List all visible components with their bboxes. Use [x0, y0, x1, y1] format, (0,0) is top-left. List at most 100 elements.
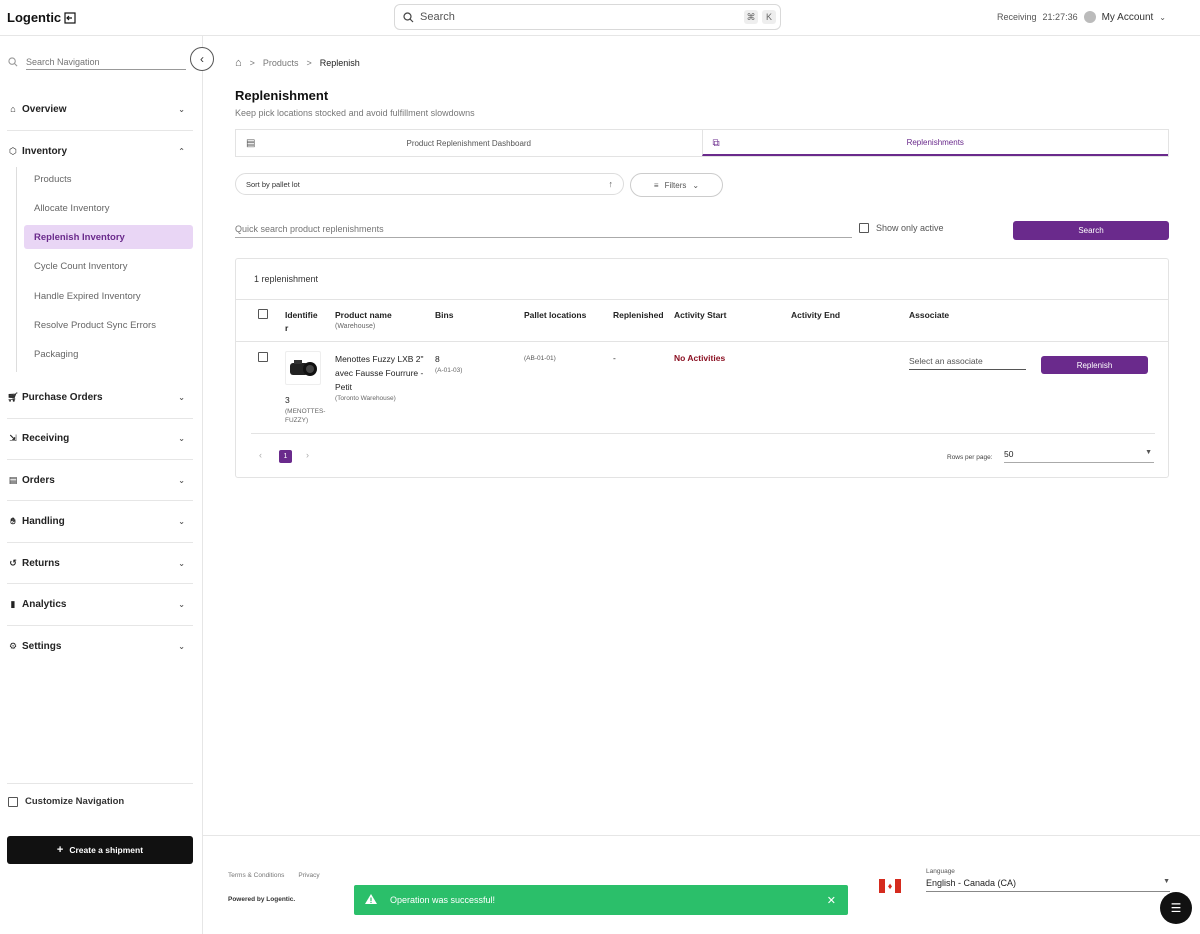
success-toast: Operation was successful! ✕ — [354, 885, 848, 915]
hand-icon: ✋︎ — [10, 515, 16, 526]
chevron-down-icon: ⌄ — [692, 180, 700, 190]
quick-search-input[interactable] — [235, 222, 852, 238]
create-shipment-button[interactable]: + Create a shipment — [7, 836, 193, 864]
page-title: Replenishment — [235, 88, 329, 103]
column-label: r — [285, 323, 289, 333]
product-warehouse: (Toronto Warehouse) — [335, 395, 396, 402]
sidebar-section-returns[interactable]: ↺ Returns ⌄ — [0, 553, 193, 573]
divider — [7, 625, 193, 626]
sidebar-section-orders[interactable]: ▤ Orders ⌄ — [0, 470, 193, 490]
sidebar-section-inventory[interactable]: ⬡ Inventory ⌃ — [0, 141, 193, 161]
logo[interactable]: Logentic — [7, 10, 76, 25]
show-only-active-label: Show only active — [876, 223, 944, 233]
search-icon — [8, 57, 18, 67]
powered-by: Powered by Logentic. — [228, 896, 296, 903]
sidebar-section-purchase-orders[interactable]: 🛒︎ Purchase Orders ⌄ — [0, 387, 193, 407]
identifier-value: 3 — [285, 395, 290, 405]
chevron-left-icon: ‹ — [200, 52, 204, 66]
page-number-current[interactable]: 1 — [279, 450, 292, 463]
chevron-left-icon[interactable]: ‹ — [259, 450, 262, 460]
column-pallet-locations[interactable]: Pallet locations — [524, 309, 586, 322]
global-search[interactable]: Search ⌘ K — [394, 4, 781, 30]
nav-search-input[interactable] — [26, 54, 186, 70]
row-product-name[interactable]: Menottes Fuzzy LXB 2" avec Fausse Fourru… — [335, 352, 424, 403]
home-icon[interactable]: ⌂ — [235, 57, 242, 69]
home-icon: ⌂ — [10, 104, 16, 114]
sidebar-item-sync-errors[interactable]: Resolve Product Sync Errors — [24, 313, 193, 337]
rows-per-page-select[interactable]: 50 ▼ — [1004, 449, 1154, 463]
collapse-sidebar-button[interactable]: ‹ — [190, 47, 214, 71]
sidebar-section-analytics[interactable]: ▮ Analytics ⌄ — [0, 594, 193, 614]
flag-center: ♦ — [885, 879, 895, 893]
tab-replenishment-dashboard[interactable]: ▤ Product Replenishment Dashboard — [236, 130, 702, 156]
column-associate[interactable]: Associate — [909, 309, 949, 322]
sidebar-item-packaging[interactable]: Packaging — [24, 342, 193, 366]
bins-location: (A-01-03) — [435, 367, 463, 374]
sidebar-section-label: Inventory — [22, 145, 68, 157]
breadcrumb-separator: > — [249, 58, 255, 68]
sort-select[interactable]: Sort by pallet lot ↑ — [235, 173, 624, 195]
language-select[interactable]: English - Canada (CA) ▼ — [926, 878, 1170, 892]
associate-select[interactable]: Select an associate — [909, 356, 1026, 370]
product-thumbnail — [285, 351, 321, 385]
row-checkbox[interactable] — [258, 352, 268, 362]
column-label: Product name — [335, 310, 392, 320]
tab-replenishments[interactable]: ⧉ Replenishments — [701, 130, 1168, 156]
filter-icon: ≡ — [653, 180, 659, 190]
sidebar-item-products[interactable]: Products — [24, 167, 193, 191]
replenish-icon: ⧉ — [712, 138, 720, 149]
column-bins[interactable]: Bins — [435, 309, 453, 322]
tab-label: Replenishments — [906, 137, 964, 147]
column-activity-end[interactable]: Activity End — [791, 309, 840, 322]
chevron-down-icon: ⌄ — [178, 516, 185, 526]
tabs: ▤ Product Replenishment Dashboard ⧉ Repl… — [235, 129, 1169, 157]
chevron-down-icon: ⌄ — [178, 599, 185, 609]
create-shipment-label: Create a shipment — [69, 845, 144, 855]
column-replenished[interactable]: Replenished — [613, 309, 664, 322]
sidebar-section-handling[interactable]: ✋︎ Handling ⌄ — [0, 511, 193, 531]
receiving-timer[interactable]: 21:27:36 — [1043, 12, 1078, 22]
breadcrumb-separator: > — [306, 58, 312, 68]
arrow-up-icon[interactable]: ↑ — [609, 179, 614, 189]
flag-band — [895, 879, 901, 893]
show-only-active[interactable]: Show only active — [859, 223, 944, 233]
product-name-line: Menottes Fuzzy LXB 2" — [335, 354, 424, 364]
column-activity-start[interactable]: Activity Start — [674, 309, 726, 322]
chevron-down-icon: ⌄ — [178, 433, 185, 443]
divider — [7, 783, 193, 784]
footer-links: Terms & Conditions Privacy — [228, 872, 320, 879]
customize-navigation-label: Customize Navigation — [25, 796, 125, 807]
chevron-right-icon[interactable]: › — [306, 450, 309, 460]
chat-button[interactable]: ☰ — [1160, 892, 1192, 924]
sidebar-item-cycle-count[interactable]: Cycle Count Inventory — [24, 254, 193, 278]
show-only-active-checkbox[interactable] — [859, 223, 869, 233]
box-icon: ⬡ — [9, 145, 17, 156]
divider — [7, 542, 193, 543]
replenish-button[interactable]: Replenish — [1041, 356, 1148, 374]
sidebar-item-expired-inventory[interactable]: Handle Expired Inventory — [24, 284, 193, 308]
filters-button[interactable]: ≡ Filters ⌄ — [630, 173, 723, 197]
breadcrumb-products[interactable]: Products — [263, 58, 299, 68]
terms-link[interactable]: Terms & Conditions — [228, 872, 284, 879]
product-name-line: Petit — [335, 382, 353, 392]
avatar[interactable] — [1083, 11, 1096, 23]
top-bar: Logentic Search ⌘ K Receiving 21:27:36 M… — [0, 0, 1200, 36]
customize-navigation-checkbox[interactable] — [8, 796, 18, 807]
column-product-name[interactable]: Product name (Warehouse) — [335, 309, 392, 331]
column-identifier[interactable]: Identifie r — [285, 309, 318, 335]
sidebar-item-replenish-inventory[interactable]: Replenish Inventory — [24, 225, 193, 249]
my-account-menu[interactable]: My Account — [1102, 12, 1154, 23]
command-key-hint: ⌘ — [744, 10, 758, 24]
chevron-up-icon: ⌃ — [178, 146, 185, 156]
sidebar-item-allocate-inventory[interactable]: Allocate Inventory — [24, 196, 193, 220]
sidebar-section-settings[interactable]: ⚙ Settings ⌄ — [0, 636, 193, 656]
select-all-checkbox[interactable] — [258, 309, 268, 319]
sidebar-section-overview[interactable]: ⌂ Overview ⌄ — [0, 99, 193, 119]
customize-navigation[interactable]: Customize Navigation — [8, 796, 124, 807]
chevron-down-icon: ⌄ — [178, 475, 185, 485]
row-replenished: - — [613, 353, 616, 363]
sidebar-section-receiving[interactable]: ⇲ Receiving ⌄ — [0, 428, 193, 448]
close-icon[interactable]: ✕ — [827, 894, 836, 907]
privacy-link[interactable]: Privacy — [298, 872, 319, 879]
search-button[interactable]: Search — [1013, 221, 1169, 240]
